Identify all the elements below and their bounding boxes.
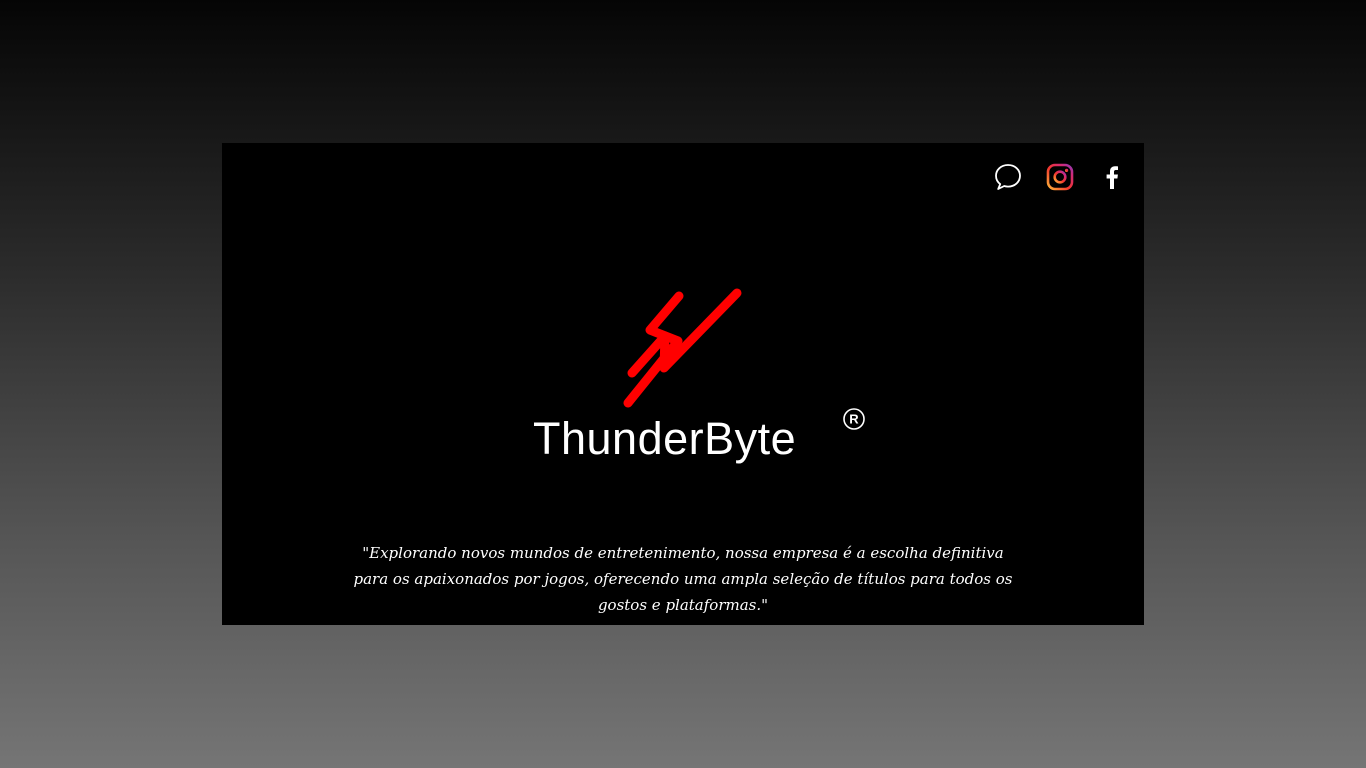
chat-bubble-icon[interactable] [992,161,1024,193]
registered-trademark-icon: R [843,408,865,430]
main-card: ThunderByte R "Explorando novos mundos d… [222,143,1144,625]
svg-text:R: R [849,412,859,427]
thunderbyte-bolt-logo [617,288,751,413]
company-tagline: "Explorando novos mundos de entretenimen… [353,544,1013,614]
social-links-bar [972,161,1128,193]
brand-name: ThunderByte [533,413,797,464]
facebook-icon[interactable] [1096,161,1128,193]
instagram-icon[interactable] [1044,161,1076,193]
